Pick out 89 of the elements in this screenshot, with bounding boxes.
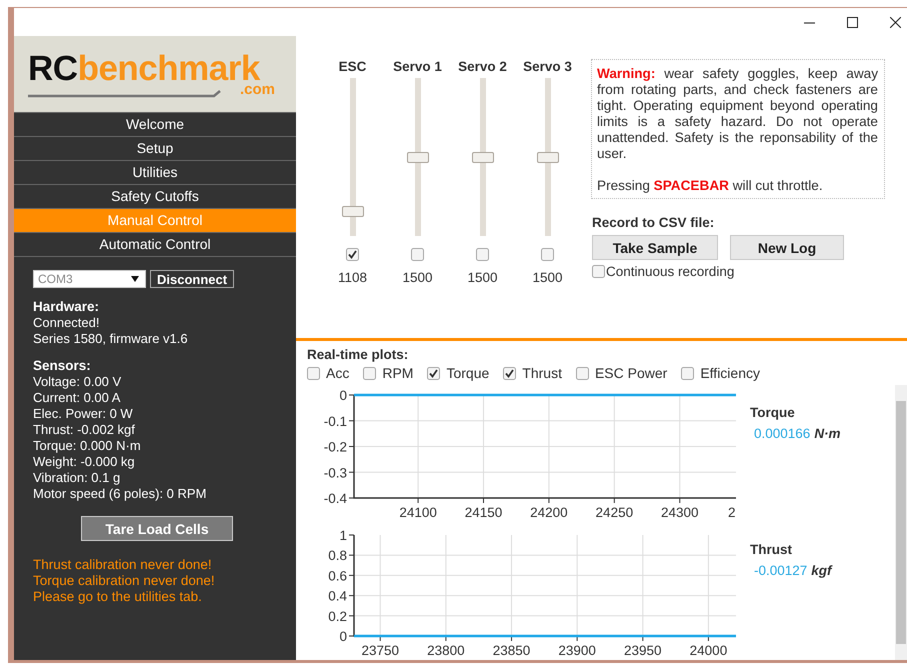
axis-tick-label: 23800 xyxy=(427,643,465,658)
axis-tick-label: 0.6 xyxy=(328,568,347,584)
sensor-reading: Torque: 0.000 N·m xyxy=(33,438,142,454)
axis-tick-label: 0.8 xyxy=(328,548,347,564)
checkbox[interactable] xyxy=(476,248,489,261)
checkbox[interactable] xyxy=(592,265,605,278)
slider-thumb[interactable] xyxy=(406,152,428,162)
checkbox-label: Torque xyxy=(446,365,490,381)
axis-tick-label: 1 xyxy=(339,528,347,543)
scrollbar[interactable] xyxy=(895,385,907,660)
sensor-reading: Motor speed (6 poles): 0 RPM xyxy=(33,486,208,502)
readout-label: Torque xyxy=(750,405,796,420)
axis-tick-label: 0.4 xyxy=(328,588,347,604)
checkbox[interactable] xyxy=(363,366,376,380)
new-log-button[interactable]: New Log xyxy=(730,235,844,260)
checkbox-label: Efficiency xyxy=(700,365,760,381)
readout-unit: N·m xyxy=(814,426,841,441)
channel-label: Servo 1 xyxy=(393,59,442,76)
section-heading: Record to CSV file: xyxy=(592,215,716,230)
warning-message: Please go to the utilities tab. xyxy=(33,589,203,605)
readout-unit: kgf xyxy=(811,563,832,578)
axis-tick-label: 23750 xyxy=(361,643,400,658)
readout-label: Thrust xyxy=(750,542,793,557)
readout-value: 0.000166 xyxy=(754,426,810,441)
axis-tick-label: 24100 xyxy=(399,505,437,520)
section-heading: Real-time plots: xyxy=(306,348,410,362)
checkbox[interactable] xyxy=(541,248,554,261)
checkbox-label: ESC Power xyxy=(594,365,668,381)
checkbox[interactable] xyxy=(503,366,516,380)
maximize-icon[interactable] xyxy=(847,16,858,28)
axis-tick-label: -0.1 xyxy=(324,414,347,429)
sensor-reading: Current: 0.00 A xyxy=(33,390,122,406)
checkbox[interactable] xyxy=(681,366,694,380)
axis-tick-label: 0 xyxy=(339,629,347,644)
sensor-reading: Elec. Power: 0 W xyxy=(33,406,134,422)
take-sample-button[interactable]: Take Sample xyxy=(592,235,718,260)
checkbox[interactable] xyxy=(346,248,359,261)
tare-button[interactable]: Tare Load Cells xyxy=(81,516,233,541)
slider-thumb[interactable] xyxy=(342,206,364,217)
hardware-status: Connected! xyxy=(33,315,100,331)
checkbox[interactable] xyxy=(576,366,589,380)
axis-tick-label: 2 xyxy=(728,505,736,520)
axis-tick-label: 0.2 xyxy=(328,608,347,624)
axis-tick-label: 24250 xyxy=(596,505,634,520)
section-heading: Sensors: xyxy=(33,358,92,374)
channel-value: 1500 xyxy=(467,270,498,285)
scrollbar-thumb[interactable] xyxy=(896,401,906,644)
sensor-reading: Thrust: -0.002 kgf xyxy=(33,422,136,438)
port-dropdown[interactable]: COM3 xyxy=(33,270,146,288)
checkbox-label: RPM xyxy=(382,365,414,381)
checkbox-label: Thrust xyxy=(522,365,562,381)
sensor-reading: Weight: -0.000 kg xyxy=(33,454,136,470)
sensor-reading: Vibration: 0.1 g xyxy=(33,470,122,486)
axis-tick-label: 24300 xyxy=(660,505,699,520)
logo-domain: .com xyxy=(240,81,276,98)
axis-tick-label: 23950 xyxy=(624,643,662,658)
slider-thumb[interactable] xyxy=(536,152,558,162)
section-heading: Hardware: xyxy=(33,299,100,315)
axis-tick-label: -0.2 xyxy=(324,440,347,454)
channel-label: Servo 2 xyxy=(458,59,507,76)
axis-tick-label: -0.3 xyxy=(324,465,347,480)
checkbox-label: Acc xyxy=(326,365,350,381)
axis-tick-label: 24000 xyxy=(690,643,728,658)
axis-tick-label: 24150 xyxy=(464,505,502,520)
checkbox[interactable] xyxy=(411,248,424,261)
channel-value: 1500 xyxy=(532,270,563,285)
channel-label: ESC xyxy=(338,59,366,76)
axis-tick-label: 23850 xyxy=(492,643,530,658)
readout-value: -0.00127 xyxy=(754,563,808,578)
warning-text: Warning: wear safety goggles, keep away from rotating parts, and check fasteners are tight. Operating equipment beyond operating limits is a safety hazard. Do not operate unattended. Safety is the reponsability of the user. xyxy=(597,66,878,162)
channel-label: Servo 3 xyxy=(523,59,572,76)
warning-message: Torque calibration never done! xyxy=(33,573,216,589)
axis-tick-label: -0.4 xyxy=(324,491,347,506)
disconnect-button[interactable]: Disconnect xyxy=(150,270,234,288)
channel-value: 1108 xyxy=(338,270,368,285)
close-icon[interactable] xyxy=(890,16,901,28)
channel-value: 1500 xyxy=(402,270,433,285)
checkbox[interactable] xyxy=(307,366,320,380)
axis-tick-label: 24200 xyxy=(530,505,568,520)
sensor-reading: Voltage: 0.00 V xyxy=(33,374,122,390)
warning-message: Thrust calibration never done! xyxy=(33,557,213,573)
hardware-status: Series 1580, firmware v1.6 xyxy=(33,331,189,347)
axis-tick-label: 0 xyxy=(339,388,347,403)
checkbox[interactable] xyxy=(427,366,440,380)
slider-thumb[interactable] xyxy=(472,152,494,162)
axis-tick-label: 23900 xyxy=(558,643,596,658)
checkbox-label: Continuous recording xyxy=(606,264,734,279)
caret-icon xyxy=(131,276,139,282)
warning-text: Pressing SPACEBAR will cut throttle. xyxy=(597,178,824,194)
